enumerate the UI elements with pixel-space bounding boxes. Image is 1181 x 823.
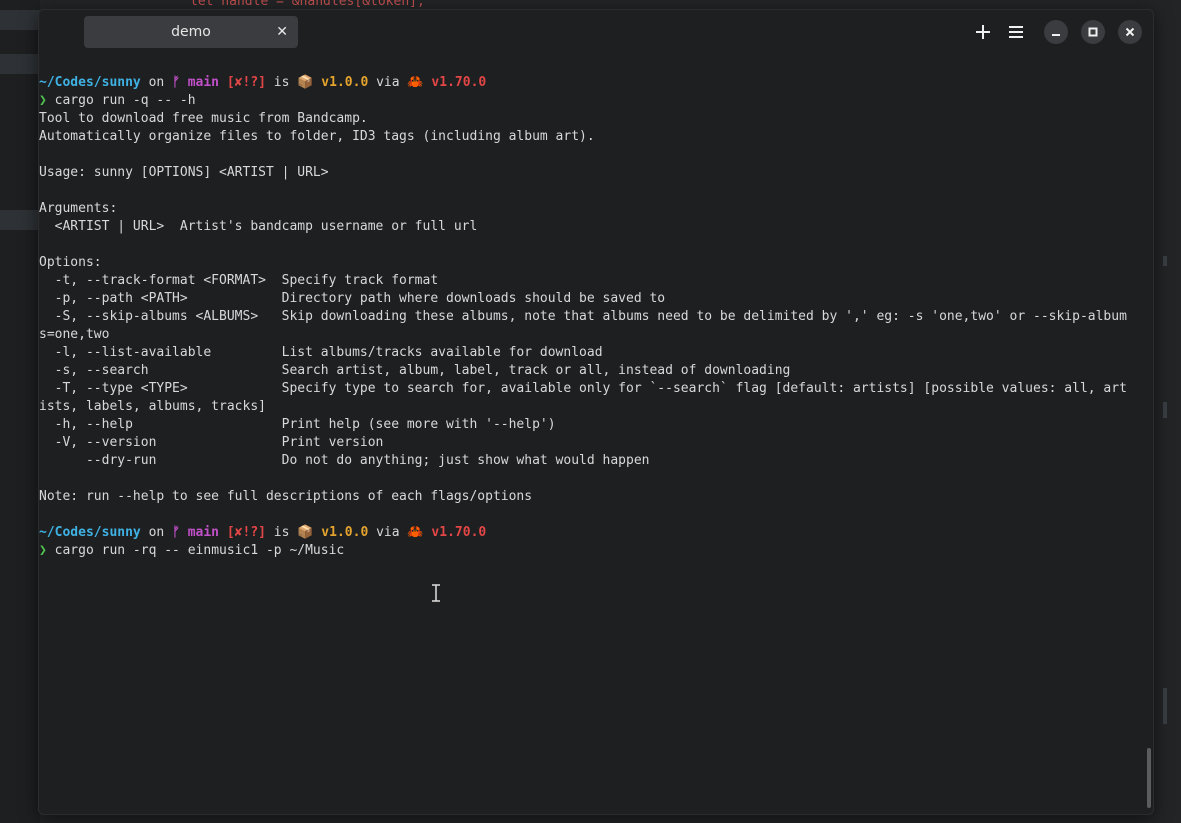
output-line: <ARTIST | URL> Artist's bandcamp usernam… xyxy=(39,219,478,234)
editor-gutter-highlight xyxy=(0,54,40,74)
maximize-icon xyxy=(1088,27,1098,37)
close-icon xyxy=(1125,27,1135,37)
command-output: Tool to download free music from Bandcam… xyxy=(39,110,1153,524)
git-branch: main xyxy=(179,75,220,90)
rust-version: v1.70.0 xyxy=(423,75,487,90)
text-cursor-icon xyxy=(432,584,440,602)
prompt-line: ~/Codes/sunny on ᚠ main [✘!?] is 📦 v1.0.… xyxy=(39,524,1153,542)
output-line: ists, labels, albums, tracks] xyxy=(39,399,266,414)
prompt-text: on xyxy=(140,75,173,90)
minimize-button[interactable] xyxy=(1044,20,1068,44)
output-line: -s, --search Search artist, album, label… xyxy=(39,363,791,378)
editor-scroll-marker xyxy=(1163,256,1167,266)
output-line: -t, --track-format <FORMAT> Specify trac… xyxy=(39,273,439,288)
prompt-cwd: ~/Codes/sunny xyxy=(39,75,141,90)
package-version: v1.0.0 xyxy=(313,75,369,90)
output-line: Options: xyxy=(39,255,102,270)
package-icon: 📦 xyxy=(297,75,314,90)
output-line: Arguments: xyxy=(39,201,118,216)
prompt-text: is xyxy=(265,525,298,540)
tab-close-button[interactable]: ✕ xyxy=(276,16,288,48)
prompt-line: ~/Codes/sunny on ᚠ main [✘!?] is 📦 v1.0.… xyxy=(39,74,1153,92)
git-status: [✘!?] xyxy=(219,75,266,90)
command-text: cargo run -rq -- einmusic1 -p ~/Music xyxy=(46,543,345,558)
git-branch-icon: ᚠ xyxy=(172,525,180,540)
output-line: -V, --version Print version xyxy=(39,435,384,450)
prompt-text: via xyxy=(368,525,408,540)
editor-gutter-highlight xyxy=(0,10,40,30)
terminal-window[interactable]: demo ✕ ~/Codes/sunny on ᚠ main [✘!?] is … xyxy=(38,9,1154,815)
output-line: Usage: sunny [OPTIONS] <ARTIST | URL> xyxy=(39,165,329,180)
editor-gutter xyxy=(0,0,40,823)
hamburger-menu-icon xyxy=(1009,26,1023,38)
output-line: s=one,two xyxy=(39,327,110,342)
prompt-text: via xyxy=(368,75,408,90)
tab-label: demo xyxy=(171,24,211,40)
prompt-cwd: ~/Codes/sunny xyxy=(39,525,141,540)
rust-version: v1.70.0 xyxy=(423,525,487,540)
editor-gutter-highlight xyxy=(0,210,40,230)
maximize-button[interactable] xyxy=(1081,20,1105,44)
output-line: --dry-run Do not do anything; just show … xyxy=(39,453,650,468)
output-line: -T, --type <TYPE> Specify type to search… xyxy=(39,381,1127,396)
editor-code-line: let handle = &handles[&token]; xyxy=(190,0,425,9)
menu-button[interactable] xyxy=(1004,20,1028,44)
tab-demo[interactable]: demo ✕ xyxy=(84,16,298,48)
git-branch-icon: ᚠ xyxy=(172,75,180,90)
package-version: v1.0.0 xyxy=(313,525,369,540)
rust-icon: 🦀 xyxy=(407,525,424,540)
output-line: Automatically organize files to folder, … xyxy=(39,129,595,144)
prompt-text: on xyxy=(140,525,173,540)
output-line: -h, --help Print help (see more with '--… xyxy=(39,417,556,432)
editor-scroll-marker xyxy=(1163,402,1167,418)
output-line: Tool to download free music from Bandcam… xyxy=(39,111,368,126)
git-status: [✘!?] xyxy=(219,525,266,540)
prompt-text: is xyxy=(265,75,298,90)
plus-icon xyxy=(976,25,990,39)
terminal-titlebar[interactable]: demo ✕ xyxy=(39,10,1153,56)
package-icon: 📦 xyxy=(297,525,314,540)
command-line[interactable]: ❯ cargo run -rq -- einmusic1 -p ~/Music xyxy=(39,542,1153,560)
output-line: Note: run --help to see full description… xyxy=(39,489,533,504)
close-button[interactable] xyxy=(1118,20,1142,44)
output-line: -S, --skip-albums <ALBUMS> Skip download… xyxy=(39,309,1127,324)
output-line: -p, --path <PATH> Directory path where d… xyxy=(39,291,666,306)
command-text: cargo run -q -- -h xyxy=(46,93,196,108)
rust-icon: 🦀 xyxy=(407,75,424,90)
minimize-icon xyxy=(1052,34,1060,36)
new-tab-button[interactable] xyxy=(971,20,995,44)
git-branch: main xyxy=(179,525,220,540)
prompt-arrow-icon: ❯ xyxy=(39,93,47,108)
editor-scroll-marker xyxy=(1163,688,1167,724)
terminal-scrollbar[interactable] xyxy=(1147,748,1151,808)
terminal-output[interactable]: ~/Codes/sunny on ᚠ main [✘!?] is 📦 v1.0.… xyxy=(39,74,1153,560)
prompt-arrow-icon: ❯ xyxy=(39,543,47,558)
command-line: ❯ cargo run -q -- -h xyxy=(39,92,1153,110)
output-line: -l, --list-available List albums/tracks … xyxy=(39,345,603,360)
